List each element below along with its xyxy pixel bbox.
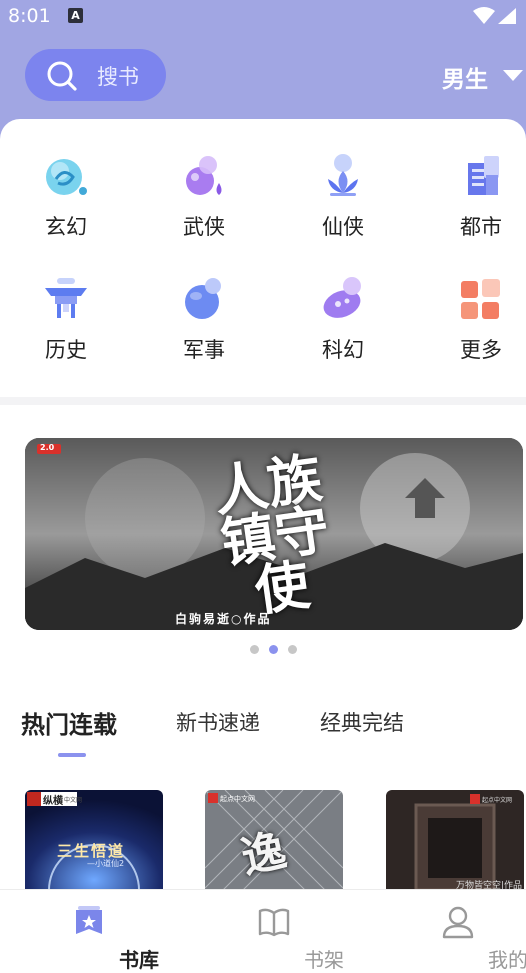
wifi-icon	[473, 7, 495, 24]
grid-icon	[458, 276, 504, 322]
book-publisher: 纵横	[43, 796, 63, 807]
book-author: —小道仙2	[87, 859, 125, 868]
category-wuxia[interactable]: 武侠	[154, 153, 254, 241]
category-label: 仙侠	[322, 215, 364, 239]
notification-icon: A	[68, 8, 83, 23]
carousel-dot-active[interactable]	[269, 645, 278, 654]
book-cover-2[interactable]: 起点中文网 逸	[205, 790, 343, 890]
featured-banner[interactable]: 2.0 人族镇守使 白驹易逝○作品	[25, 438, 523, 630]
category-junshi[interactable]: 军事	[154, 276, 254, 364]
category-xianxia[interactable]: 仙侠	[293, 153, 393, 241]
category-more[interactable]: 更多	[431, 276, 526, 364]
cellular-signal-icon	[498, 8, 516, 24]
book-cover-art	[386, 790, 524, 890]
book-publisher: 起点中文网	[482, 797, 513, 804]
nav-label: 我的	[488, 948, 526, 972]
book-cover-1[interactable]: 纵横 中文网 三生悟道 —小道仙2	[25, 790, 163, 890]
gender-selector[interactable]: 男生	[442, 60, 523, 94]
banner-badge: 2.0	[40, 443, 55, 452]
carousel-dot[interactable]	[250, 645, 259, 654]
tab-new-books[interactable]: 新书速递	[176, 707, 260, 737]
category-dushi[interactable]: 都市	[431, 153, 526, 241]
category-label: 军事	[183, 338, 225, 362]
swirl-icon	[43, 153, 89, 199]
bottom-navigation: 书库 书架 我的	[0, 889, 526, 972]
category-label: 武侠	[183, 215, 225, 239]
status-bar: 8:01 A	[0, 0, 526, 34]
grenade-icon	[181, 276, 227, 322]
banner-author: 白驹易逝○作品	[175, 612, 272, 626]
active-tab-indicator	[58, 753, 86, 757]
gourd-icon	[181, 153, 227, 199]
category-label: 都市	[460, 215, 502, 239]
book-publisher: 起点中文网	[220, 795, 255, 803]
section-divider	[0, 397, 526, 405]
gender-label: 男生	[442, 67, 488, 93]
search-placeholder: 搜书	[97, 65, 139, 89]
category-lishi[interactable]: 历史	[16, 276, 116, 364]
tab-hot-serial[interactable]: 热门连载	[21, 705, 117, 740]
book-publisher-sub: 中文网	[64, 797, 83, 804]
ufo-icon	[320, 276, 366, 322]
palace-icon	[43, 276, 89, 322]
user-icon	[442, 906, 474, 939]
nav-label: 书架	[304, 948, 344, 972]
lotus-icon	[320, 153, 366, 199]
search-bar[interactable]: 搜书	[25, 49, 166, 101]
category-label: 玄幻	[45, 215, 87, 239]
chevron-down-icon	[503, 70, 523, 81]
category-kehuan[interactable]: 科幻	[293, 276, 393, 364]
nav-label: 书库	[119, 948, 159, 972]
banner-title: 人族镇守使	[209, 445, 333, 623]
library-badge-icon	[76, 906, 102, 934]
carousel-dot[interactable]	[288, 645, 297, 654]
category-label: 更多	[460, 338, 502, 362]
building-icon	[458, 153, 504, 199]
open-book-icon	[258, 908, 290, 937]
tab-classic-finished[interactable]: 经典完结	[320, 707, 404, 737]
status-time: 8:01	[8, 5, 51, 27]
category-xuanhuan[interactable]: 玄幻	[16, 153, 116, 241]
search-icon	[47, 61, 77, 91]
category-label: 科幻	[322, 338, 364, 362]
book-cover-3[interactable]: 起点中文网 万物皆空空|作品	[386, 790, 524, 890]
category-label: 历史	[45, 338, 87, 362]
